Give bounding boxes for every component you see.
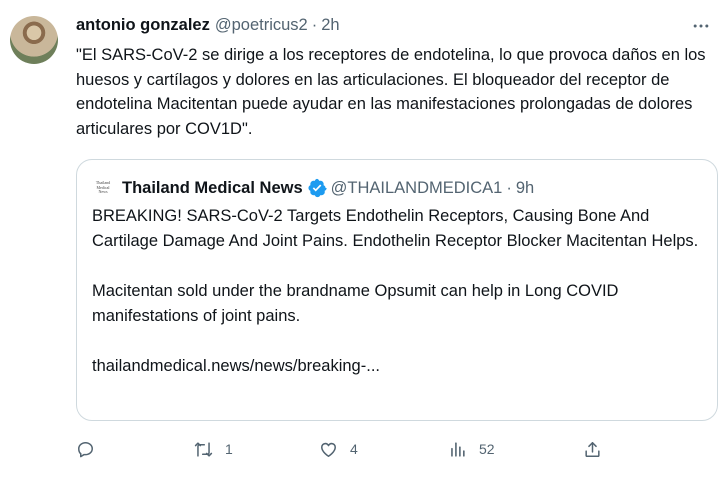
separator: · xyxy=(311,16,318,34)
quoted-body: BREAKING! SARS-CoV-2 Targets Endothelin … xyxy=(92,204,704,379)
quoted-timestamp[interactable]: 9h xyxy=(516,179,534,198)
quoted-tweet[interactable]: Thailand Medical News Thailand Medical N… xyxy=(76,159,718,421)
retweet-button[interactable]: 1 xyxy=(194,434,233,464)
views-count: 52 xyxy=(479,441,495,457)
like-icon xyxy=(321,442,336,457)
display-name[interactable]: antonio gonzalez xyxy=(76,16,210,35)
reply-button[interactable] xyxy=(76,434,107,464)
quoted-avatar[interactable]: Thailand Medical News xyxy=(93,178,113,198)
tweet-text: "El SARS-CoV-2 se dirige a los receptore… xyxy=(76,46,706,138)
quoted-link[interactable]: thailandmedical.news/news/breaking-... xyxy=(92,354,704,379)
action-bar: 1 4 52 xyxy=(76,434,616,464)
timestamp[interactable]: 2h xyxy=(321,16,339,35)
like-count: 4 xyxy=(350,441,358,457)
quoted-handle[interactable]: @THAILANDMEDICA1 xyxy=(331,179,503,198)
avatar[interactable] xyxy=(10,16,58,64)
quoted-display-name[interactable]: Thailand Medical News xyxy=(122,179,303,198)
quoted-header: Thailand Medical News Thailand Medical N… xyxy=(93,177,534,199)
quoted-paragraph-2: Macitentan sold under the brandname Opsu… xyxy=(92,282,619,325)
reply-icon xyxy=(78,441,93,457)
quoted-avatar-text-3: News xyxy=(98,189,108,195)
views-icon xyxy=(451,441,465,457)
retweet-count: 1 xyxy=(225,441,233,457)
verified-badge-icon xyxy=(307,178,327,198)
more-icon xyxy=(693,24,709,28)
quoted-paragraph-1: BREAKING! SARS-CoV-2 Targets Endothelin … xyxy=(92,207,699,250)
more-button[interactable] xyxy=(686,14,716,38)
quoted-separator: · xyxy=(506,178,512,197)
share-button[interactable] xyxy=(583,434,602,464)
tweet-header: antonio gonzalez @poetricus2 · 2h xyxy=(76,16,340,38)
views-button[interactable]: 52 xyxy=(448,434,495,464)
handle[interactable]: @poetricus2 xyxy=(215,16,308,35)
retweet-icon xyxy=(194,441,213,457)
like-button[interactable]: 4 xyxy=(319,434,358,464)
share-icon xyxy=(585,441,600,457)
